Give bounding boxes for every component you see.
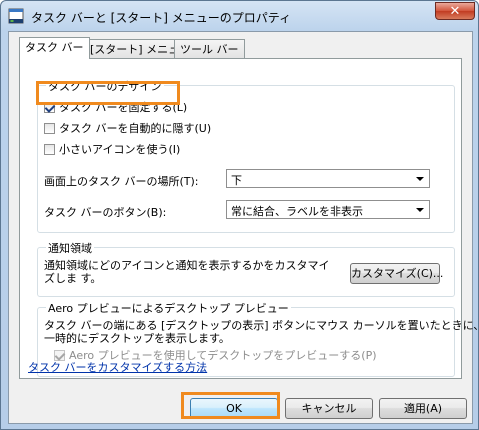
tab-label: タスク バー [25,41,84,54]
taskbar-properties-icon [8,8,24,24]
tab-taskbar[interactable]: タスク バー [19,37,90,59]
checkbox-label: 小さいアイコンを使う(I) [59,143,181,156]
tab-label: ツール バー [180,43,239,56]
taskbar-buttons-select[interactable]: 常に結合、ラベルを非表示 [226,200,430,219]
select-value: 常に結合、ラベルを非表示 [231,205,363,218]
taskbar-location-label: 画面上のタスク バーの場所(T): [44,175,199,188]
customize-button[interactable]: カスタマイズ(C)... [350,263,443,284]
auto-hide-checkbox[interactable]: タスク バーを自動的に隠す(U) [44,122,211,136]
checkbox-box[interactable] [44,123,55,134]
help-link[interactable]: タスク バーをカスタマイズする方法 [28,359,207,375]
title-bar[interactable]: タスク バーと [スタート] メニューのプロパティ ✕ [1,1,478,31]
checkbox-box[interactable] [44,144,55,155]
taskbar-location-select[interactable]: 下 [226,169,430,188]
aero-peek-description-line2: 一時的にデスクトップを表示します。 [44,332,230,345]
apply-button[interactable]: 適用(A) [379,398,467,419]
window-title: タスク バーと [スタート] メニューのプロパティ [31,11,292,25]
small-icons-checkbox[interactable]: 小さいアイコンを使う(I) [44,143,180,157]
group-label: Aero プレビューによるデスクトップ プレビュー [46,300,291,316]
tab-panel-taskbar: タスク バーのデザイン タスク バーを固定する(L) タスク バーを自動的に隠す… [19,58,479,379]
select-value: 下 [231,174,242,187]
tab-toolbars[interactable]: ツール バー [174,39,245,58]
close-button[interactable]: ✕ [435,2,475,20]
properties-dialog: タスク バーと [スタート] メニューのプロパティ ✕ タスク バー [スタート… [0,0,479,430]
cancel-button[interactable]: キャンセル [285,398,373,419]
close-icon: ✕ [449,4,461,19]
notification-area-description: 通知領域にどのアイコンと通知を表示するかをカスタマイズしま す。 [44,259,330,285]
lock-taskbar-highlight [36,81,180,105]
dropdown-arrow-icon [416,177,424,181]
checkbox-label: タスク バーを自動的に隠す(U) [59,122,212,135]
ok-button-highlight [181,392,280,419]
dropdown-arrow-icon [416,208,424,212]
group-label: 通知領域 [46,240,94,256]
taskbar-buttons-label: タスク バーのボタン(B): [44,206,167,219]
